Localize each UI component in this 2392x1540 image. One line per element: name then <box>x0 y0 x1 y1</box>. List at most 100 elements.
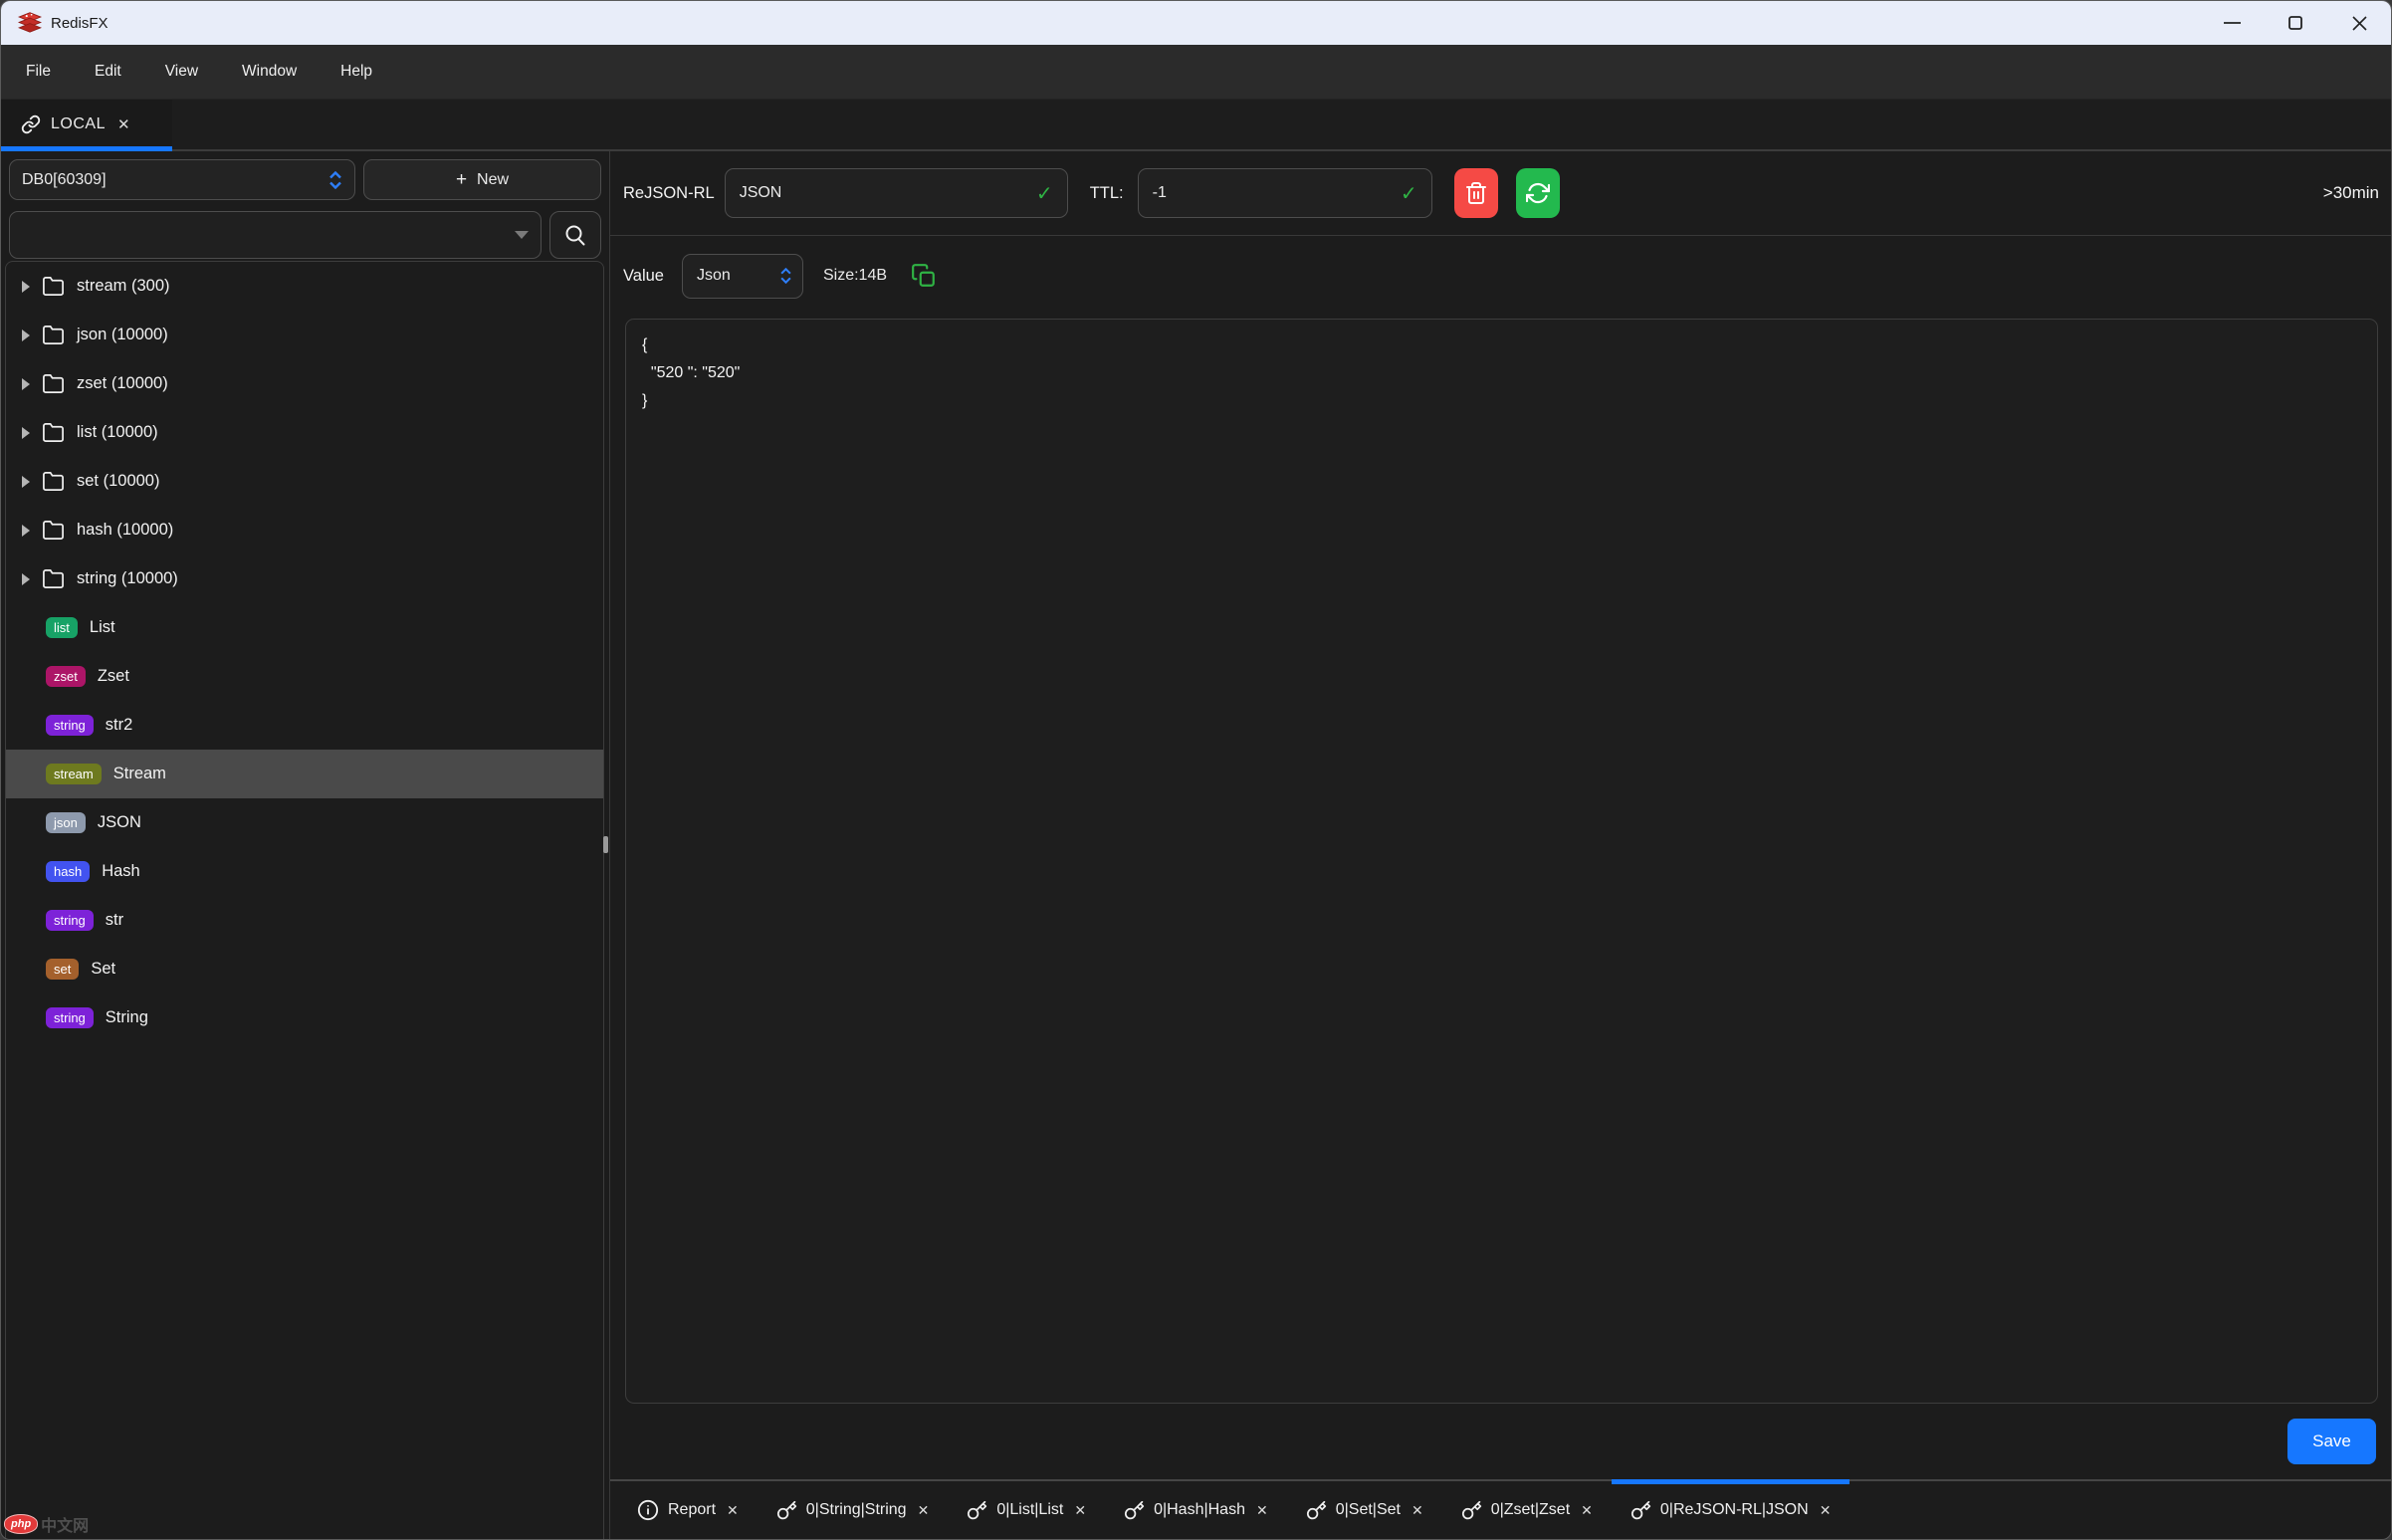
link-icon <box>21 114 41 134</box>
tree-key-json[interactable]: json JSON <box>6 798 603 847</box>
tab-label: 0|Set|Set <box>1336 1501 1401 1519</box>
key-tree: stream (300) json (10000) zset (10000) l… <box>5 261 604 1539</box>
close-icon[interactable]: ✕ <box>1256 1502 1268 1519</box>
chevron-down-icon[interactable] <box>515 231 529 239</box>
tree-key-stream-selected[interactable]: stream Stream <box>6 750 603 798</box>
caret-right-icon[interactable] <box>22 525 30 537</box>
trash-icon <box>1464 181 1488 205</box>
key-name-input[interactable]: JSON ✓ <box>725 168 1068 218</box>
close-icon[interactable]: ✕ <box>1581 1502 1593 1519</box>
tab-rejson-json-active[interactable]: 0|ReJSON-RL|JSON ✕ <box>1612 1481 1850 1539</box>
caret-right-icon[interactable] <box>22 378 30 390</box>
tab-string-string[interactable]: 0|String|String ✕ <box>758 1481 949 1539</box>
info-icon <box>637 1499 659 1521</box>
check-icon: ✓ <box>1036 181 1053 206</box>
connection-tab-bar: LOCAL ✕ <box>1 100 2391 151</box>
tree-key-str[interactable]: string str <box>6 896 603 945</box>
menu-window[interactable]: Window <box>242 63 297 81</box>
close-icon[interactable]: ✕ <box>1820 1502 1832 1519</box>
new-key-button[interactable]: + New <box>363 159 601 200</box>
save-button[interactable]: Save <box>2287 1419 2376 1464</box>
title-bar: RedisFX <box>1 1 2391 45</box>
check-icon: ✓ <box>1401 181 1417 206</box>
caret-right-icon[interactable] <box>22 281 30 293</box>
key-icon <box>1461 1500 1482 1521</box>
refresh-key-button[interactable] <box>1516 168 1560 218</box>
delete-key-button[interactable] <box>1454 168 1498 218</box>
close-icon[interactable]: ✕ <box>727 1502 739 1519</box>
ttl-label: TTL: <box>1090 184 1124 203</box>
view-mode-select[interactable]: Json <box>682 254 803 299</box>
tree-key-zset[interactable]: zset Zset <box>6 652 603 701</box>
tree-folder-hash[interactable]: hash (10000) <box>6 506 603 554</box>
close-icon[interactable]: ✕ <box>918 1502 930 1519</box>
tab-zset-zset[interactable]: 0|Zset|Zset ✕ <box>1442 1481 1612 1539</box>
value-label: Value <box>623 267 664 286</box>
caret-right-icon[interactable] <box>22 330 30 341</box>
copy-icon[interactable] <box>911 263 937 289</box>
editor-line: { <box>642 331 2361 359</box>
type-badge: string <box>46 1007 94 1028</box>
tree-key-string[interactable]: string String <box>6 993 603 1042</box>
tree-key-hash[interactable]: hash Hash <box>6 847 603 896</box>
tree-folder-stream[interactable]: stream (300) <box>6 262 603 311</box>
close-icon[interactable]: ✕ <box>1412 1502 1423 1519</box>
menu-file[interactable]: File <box>26 63 51 81</box>
tree-key-str2[interactable]: string str2 <box>6 701 603 750</box>
minimize-button[interactable] <box>2200 1 2264 45</box>
close-icon[interactable]: ✕ <box>117 115 130 133</box>
close-button[interactable] <box>2327 1 2391 45</box>
menu-help[interactable]: Help <box>340 63 372 81</box>
type-badge: json <box>46 812 86 833</box>
tab-report[interactable]: Report ✕ <box>618 1481 758 1539</box>
menu-bar: File Edit View Window Help <box>1 45 2391 100</box>
tab-label: 0|Hash|Hash <box>1154 1501 1245 1519</box>
menu-view[interactable]: View <box>165 63 198 81</box>
tree-key-label: Set <box>91 960 115 979</box>
value-editor[interactable]: { "520 ": "520" } <box>625 319 2378 1404</box>
tab-set-set[interactable]: 0|Set|Set ✕ <box>1287 1481 1442 1539</box>
ttl-input[interactable]: -1 ✓ <box>1138 168 1432 218</box>
menu-edit[interactable]: Edit <box>95 63 121 81</box>
tree-key-list[interactable]: list List <box>6 603 603 652</box>
search-button[interactable] <box>549 211 601 259</box>
folder-icon <box>42 275 65 298</box>
close-icon[interactable]: ✕ <box>1074 1502 1086 1519</box>
tree-folder-label: stream (300) <box>77 277 170 296</box>
key-icon <box>1306 1500 1327 1521</box>
plus-icon: + <box>456 169 467 191</box>
tab-label: 0|String|String <box>806 1501 907 1519</box>
tree-folder-zset[interactable]: zset (10000) <box>6 359 603 408</box>
tree-folder-list[interactable]: list (10000) <box>6 408 603 457</box>
new-key-button-label: New <box>477 171 509 189</box>
chevron-up-down-icon[interactable] <box>779 268 792 284</box>
tree-key-label: Zset <box>98 667 129 686</box>
key-search-input[interactable] <box>9 211 542 259</box>
type-badge: set <box>46 959 79 980</box>
maximize-button[interactable] <box>2264 1 2327 45</box>
tab-hash-hash[interactable]: 0|Hash|Hash ✕ <box>1105 1481 1287 1539</box>
tab-list-list[interactable]: 0|List|List ✕ <box>948 1481 1105 1539</box>
tab-local-connection[interactable]: LOCAL ✕ <box>1 100 172 149</box>
app-window: RedisFX File Edit View Window Help <box>0 0 2392 1540</box>
caret-right-icon[interactable] <box>22 427 30 439</box>
sidebar: DB0[60309] + New <box>1 151 610 1539</box>
caret-right-icon[interactable] <box>22 476 30 488</box>
tree-folder-set[interactable]: set (10000) <box>6 457 603 506</box>
chevron-up-down-icon[interactable] <box>328 171 342 189</box>
connection-tab-label: LOCAL <box>51 115 106 133</box>
view-mode-value: Json <box>697 267 731 285</box>
sidebar-scrollbar[interactable] <box>603 836 608 853</box>
folder-icon <box>42 421 65 444</box>
database-select[interactable]: DB0[60309] <box>9 159 355 200</box>
tree-key-set[interactable]: set Set <box>6 945 603 993</box>
caret-right-icon[interactable] <box>22 573 30 585</box>
tree-folder-string[interactable]: string (10000) <box>6 554 603 603</box>
size-label: Size:14B <box>823 267 887 285</box>
tree-folder-json[interactable]: json (10000) <box>6 311 603 359</box>
type-badge: string <box>46 910 94 931</box>
folder-icon <box>42 324 65 346</box>
folder-icon <box>42 470 65 493</box>
key-icon <box>967 1500 987 1521</box>
editor-line: "520 ": "520" <box>642 359 2361 387</box>
